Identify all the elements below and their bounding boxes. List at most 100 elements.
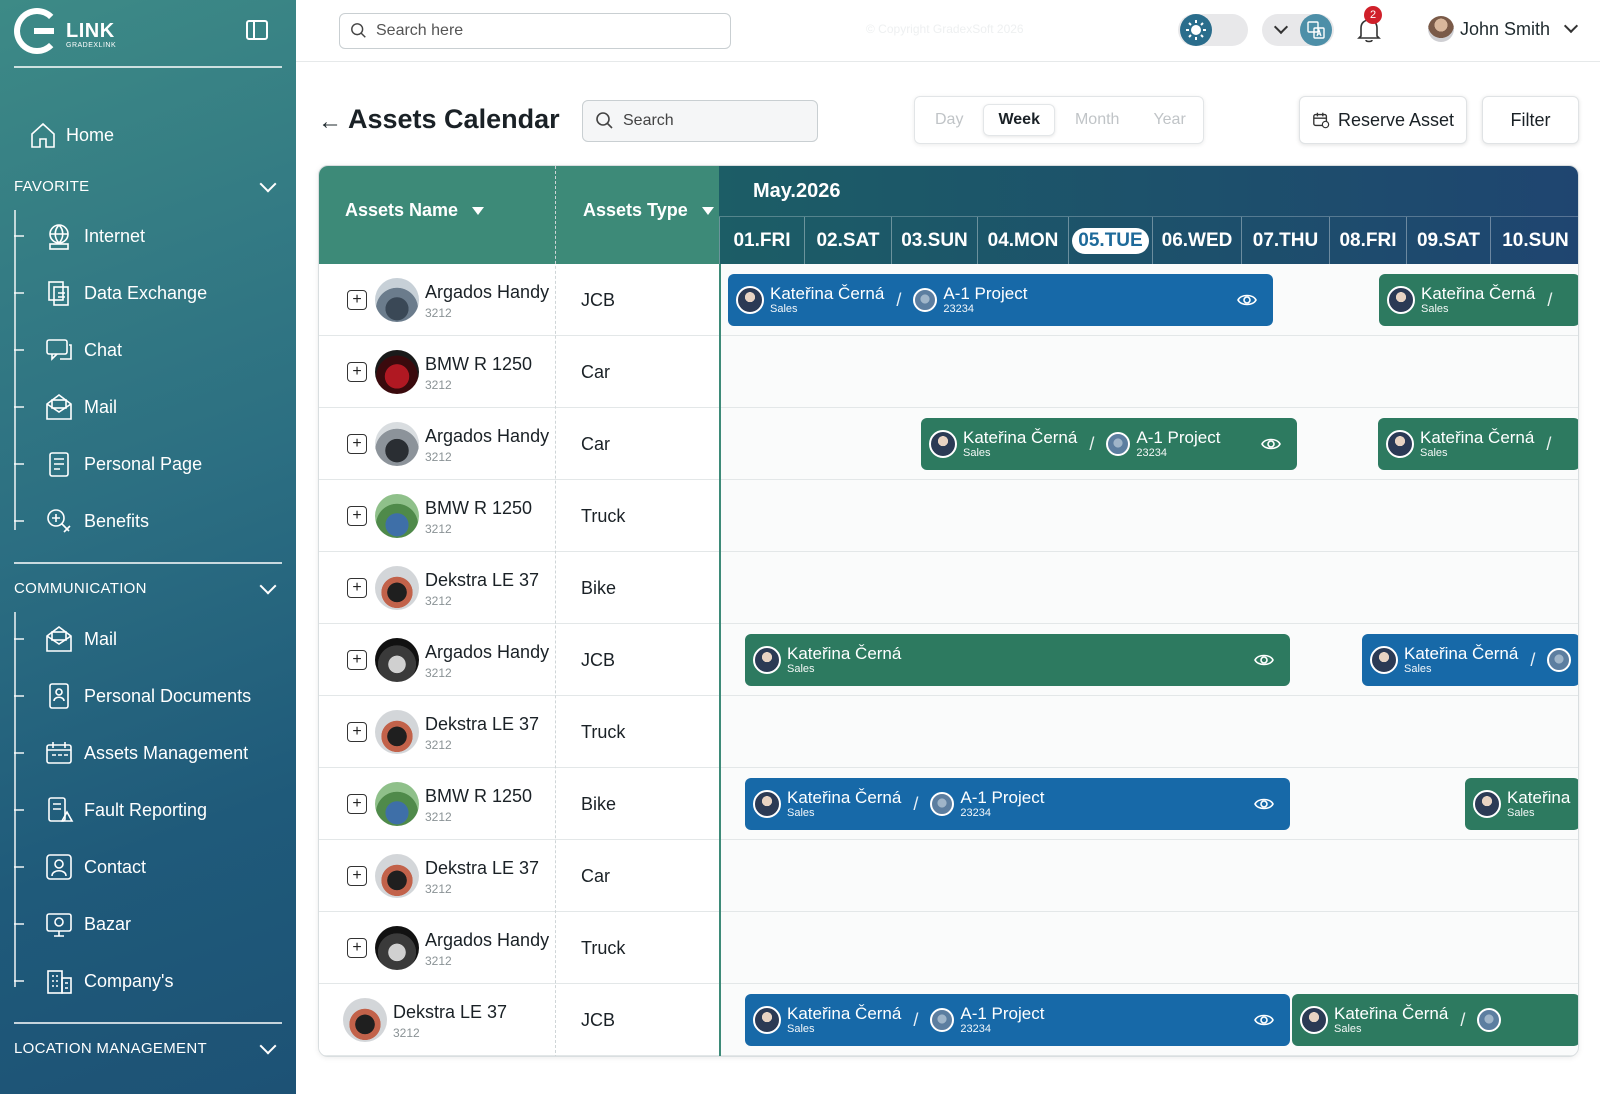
back-arrow-icon[interactable]: ← <box>318 108 342 136</box>
reservation-event[interactable]: Kateřina Černá Sales / A-1 Project 23234 <box>728 274 1273 326</box>
day-header[interactable]: 04.MON <box>977 217 1068 265</box>
reservation-event[interactable]: Kateřina Sales <box>1465 778 1578 830</box>
asset-timeline[interactable] <box>719 840 1578 911</box>
reservation-event[interactable]: Kateřina Černá Sales / A-1 Project 23234 <box>745 994 1290 1046</box>
sidebar-item-bazar[interactable]: Bazar <box>14 906 131 942</box>
eye-icon[interactable] <box>1261 434 1281 454</box>
event-person: Kateřina Černá <box>787 1004 902 1023</box>
reservation-event[interactable]: Kateřina Černá Sales / <box>1378 418 1578 470</box>
sidebar-item-mail[interactable]: Mail <box>14 621 117 657</box>
tree-tick <box>14 406 24 408</box>
table-row[interactable]: + Argados Handy 3212 Truck <box>319 912 1578 984</box>
sidebar-item-benefits[interactable]: Benefits <box>14 503 149 539</box>
separator: / <box>1089 433 1095 454</box>
expand-row-icon[interactable]: + <box>347 290 367 310</box>
table-row[interactable]: + BMW R 1250 3212 Car <box>319 336 1578 408</box>
day-header[interactable]: 09.SAT <box>1406 217 1490 265</box>
collapse-sidebar-icon[interactable] <box>246 20 268 40</box>
tab-day[interactable]: Day <box>921 105 977 135</box>
eye-icon[interactable] <box>1254 794 1274 814</box>
table-row[interactable]: + BMW R 1250 3212 Truck <box>319 480 1578 552</box>
table-row[interactable]: + Dekstra LE 37 3212 Bike <box>319 552 1578 624</box>
asset-name: Dekstra LE 37 <box>425 858 540 878</box>
reservation-event[interactable]: Kateřina Černá Sales / A-1 Project 23234 <box>745 778 1290 830</box>
sidebar-item-label: Personal Page <box>84 453 203 474</box>
global-search-input[interactable] <box>376 22 716 40</box>
day-header[interactable]: 02.SAT <box>804 217 891 265</box>
asset-timeline[interactable] <box>719 552 1578 623</box>
user-menu[interactable]: John Smith <box>1428 16 1579 42</box>
expand-row-icon[interactable]: + <box>347 650 367 670</box>
asset-thumbnail <box>375 638 419 682</box>
reservation-event[interactable]: Kateřina Černá Sales <box>745 634 1290 686</box>
eye-icon[interactable] <box>1237 290 1257 310</box>
asset-thumbnail <box>375 278 419 322</box>
asset-timeline[interactable] <box>719 696 1578 767</box>
sidebar-item-personal-page[interactable]: Personal Page <box>14 446 202 482</box>
asset-id: 3212 <box>393 1026 420 1040</box>
filter-button[interactable]: Filter <box>1482 96 1579 144</box>
day-header-today[interactable]: 05.TUE <box>1068 217 1152 265</box>
eye-icon[interactable] <box>1254 1010 1274 1030</box>
project-avatar <box>913 288 938 312</box>
reservation-event[interactable]: Kateřina Černá Sales / <box>1379 274 1578 326</box>
expand-row-icon[interactable]: + <box>347 434 367 454</box>
tab-year[interactable]: Year <box>1139 105 1199 135</box>
section-favorite[interactable]: FAVORITE <box>14 175 282 195</box>
asset-name: Argados Handy <box>425 426 550 446</box>
expand-row-icon[interactable]: + <box>347 794 367 814</box>
assets-name-column-header[interactable]: Assets Name <box>345 200 485 221</box>
language-dropdown[interactable] <box>1262 14 1334 46</box>
asset-cell: + BMW R 1250 3212 Truck <box>319 480 719 551</box>
section-communication[interactable]: COMMUNICATION <box>14 577 282 597</box>
section-location-management[interactable]: LOCATION MANAGEMENT <box>14 1037 282 1057</box>
expand-row-icon[interactable]: + <box>347 362 367 382</box>
global-search[interactable] <box>339 13 731 49</box>
reservation-event[interactable]: Kateřina Černá Sales / <box>1292 994 1578 1046</box>
search-icon <box>596 112 613 129</box>
asset-timeline[interactable] <box>719 480 1578 551</box>
theme-toggle[interactable] <box>1178 14 1248 46</box>
sidebar-item-internet[interactable]: Internet <box>14 218 145 254</box>
asset-cell: + BMW R 1250 3212 Bike <box>319 768 719 839</box>
expand-row-icon[interactable]: + <box>347 506 367 526</box>
asset-name: Argados Handy <box>425 282 550 302</box>
tab-week[interactable]: Week <box>983 104 1055 136</box>
day-header[interactable]: 01.FRI <box>719 217 804 265</box>
sidebar-item-personal-documents[interactable]: Personal Documents <box>14 678 251 714</box>
logo[interactable]: LINK GRADEXLINK <box>14 8 154 60</box>
expand-row-icon[interactable]: + <box>347 578 367 598</box>
reserve-asset-button[interactable]: Reserve Asset <box>1299 96 1467 144</box>
eye-icon[interactable] <box>1254 650 1274 670</box>
sidebar-item-home[interactable]: Home <box>28 120 114 150</box>
expand-row-icon[interactable]: + <box>347 866 367 886</box>
tab-month[interactable]: Month <box>1061 105 1133 135</box>
sidebar-item-chat[interactable]: Chat <box>14 332 122 368</box>
asset-timeline[interactable] <box>719 912 1578 983</box>
page-search-input[interactable] <box>623 112 803 130</box>
sidebar-item-contact[interactable]: Contact <box>14 849 146 885</box>
day-label: 06.WED <box>1161 230 1233 251</box>
sidebar-item-mail[interactable]: Mail <box>14 389 117 425</box>
day-header[interactable]: 07.THU <box>1241 217 1329 265</box>
day-header[interactable]: 08.FRI <box>1329 217 1406 265</box>
asset-timeline[interactable] <box>719 336 1578 407</box>
reservation-event[interactable]: Kateřina Černá Sales / A-1 Project 23234 <box>921 418 1297 470</box>
expand-row-icon[interactable]: + <box>347 938 367 958</box>
assets-type-column-header[interactable]: Assets Type <box>583 200 714 221</box>
table-row[interactable]: + Dekstra LE 37 3212 Car <box>319 840 1578 912</box>
reservation-event[interactable]: Kateřina Černá Sales / <box>1362 634 1578 686</box>
day-header[interactable]: 03.SUN <box>891 217 977 265</box>
expand-row-icon[interactable]: + <box>347 722 367 742</box>
sidebar-item-fault-reporting[interactable]: Fault Reporting <box>14 792 207 828</box>
table-row[interactable]: + Dekstra LE 37 3212 Truck <box>319 696 1578 768</box>
page-search[interactable] <box>582 100 818 142</box>
sidebar-item-assets-management[interactable]: Assets Management <box>14 735 248 771</box>
sidebar-item-companys[interactable]: Company's <box>14 963 173 999</box>
sidebar-item-data-exchange[interactable]: Data Exchange <box>14 275 207 311</box>
event-role: Sales <box>770 303 798 315</box>
day-header[interactable]: 06.WED <box>1152 217 1241 265</box>
day-header[interactable]: 10.SUN <box>1490 217 1578 265</box>
avatar <box>1387 286 1415 314</box>
logo-mark <box>14 8 60 54</box>
